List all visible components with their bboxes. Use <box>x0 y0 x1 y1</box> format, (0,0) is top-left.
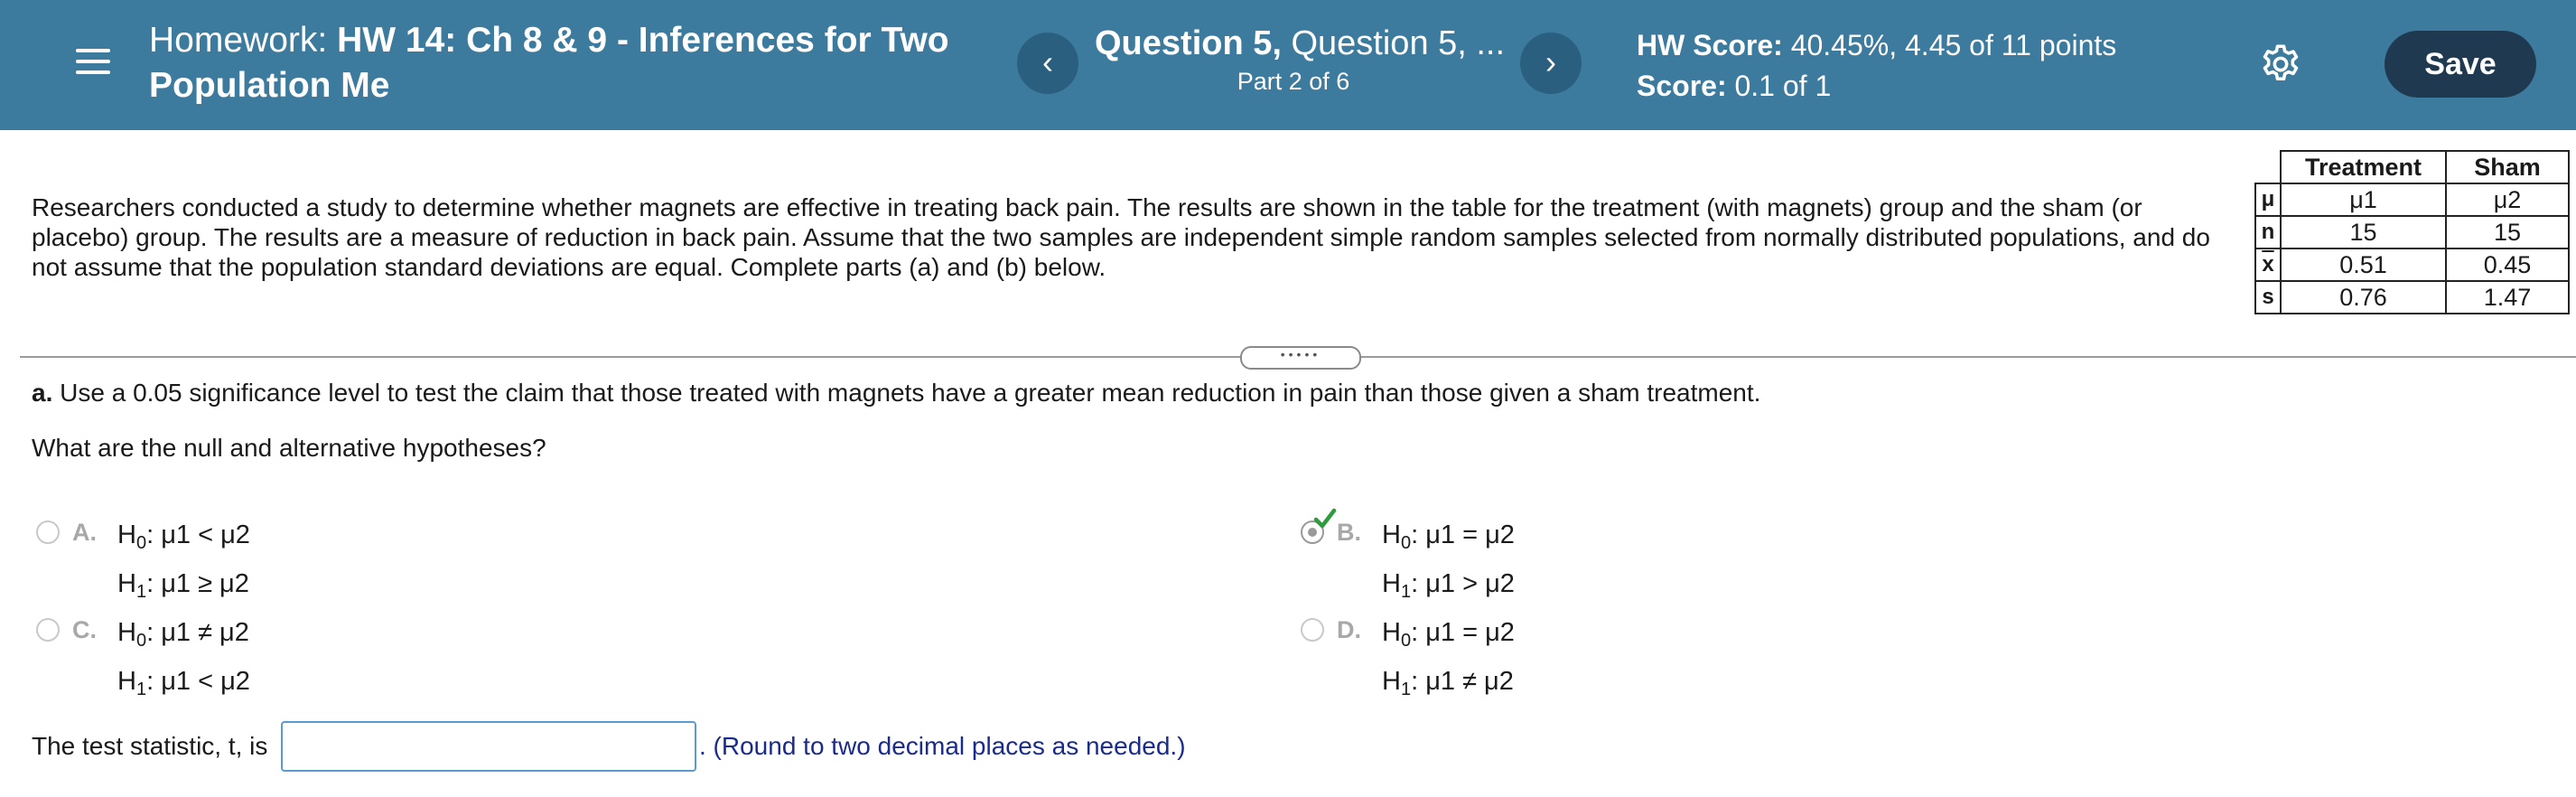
question-title-bold: Question 5, <box>1095 24 1282 62</box>
part-a-text: Use a 0.05 significance level to test th… <box>52 379 1761 407</box>
score-summary: HW Score: 40.45%, 4.45 of 11 points Scor… <box>1637 25 2116 107</box>
data-table: Treatment Sham μ μ1 μ2 n 15 15 x 0.51 0.… <box>2254 150 2570 314</box>
chevron-left-icon: ‹ <box>1042 43 1053 80</box>
save-button[interactable]: Save <box>2385 31 2536 98</box>
option-d-radio[interactable] <box>1301 618 1324 642</box>
option-a-h0-text: : μ1 < μ2 <box>146 520 250 549</box>
option-d-h0-text: : μ1 = μ2 <box>1411 618 1515 647</box>
table-cell: μ1 <box>2280 183 2447 217</box>
option-c-h1-text: : μ1 < μ2 <box>146 667 250 696</box>
rounding-note: . (Round to two decimal places as needed… <box>699 732 1186 760</box>
question-part: Part 2 of 6 <box>1237 68 1350 95</box>
table-header-treatment: Treatment <box>2280 150 2447 184</box>
row-label-xbar: x <box>2254 248 2282 282</box>
question-title: Question 5, Question 5, ... <box>1095 22 1505 65</box>
homework-title: Homework: HW 14: Ch 8 & 9 - Inferences f… <box>149 18 1016 108</box>
table-cell: μ2 <box>2445 183 2570 217</box>
row-label-s: s <box>2254 280 2282 314</box>
table-row: n 15 15 <box>2254 215 2570 249</box>
chevron-right-icon: › <box>1545 43 1556 80</box>
part-a-letter: a. <box>32 379 53 407</box>
hypotheses-question: What are the null and alternative hypoth… <box>32 434 546 462</box>
question-score-label: Score: <box>1637 70 1727 102</box>
table-cell: 0.51 <box>2280 248 2447 282</box>
option-c-h1: H1: μ1 < μ2 <box>117 667 250 699</box>
table-header-sham: Sham <box>2445 150 2570 184</box>
option-c-letter: C. <box>72 616 97 643</box>
table-cell: 0.76 <box>2280 280 2447 314</box>
table-cell: 0.45 <box>2445 248 2570 282</box>
question-score: Score: 0.1 of 1 <box>1637 66 2116 107</box>
hw-score-label: HW Score: <box>1637 29 1783 61</box>
hw-score-value: 40.45%, 4.45 of 11 points <box>1782 29 2117 61</box>
previous-question-button[interactable]: ‹ <box>1017 33 1078 94</box>
option-b-h1-text: : μ1 > μ2 <box>1411 569 1515 598</box>
menu-icon[interactable] <box>70 42 116 81</box>
option-d-h1: H1: μ1 ≠ μ2 <box>1382 667 1514 699</box>
gear-icon[interactable] <box>2258 42 2303 87</box>
option-d-hypotheses: H0: μ1 = μ2 H1: μ1 ≠ μ2 <box>1382 613 1515 710</box>
option-a-radio[interactable] <box>36 520 60 544</box>
option-a-h1-text: : μ1 ≥ μ2 <box>146 569 249 598</box>
row-label-n: n <box>2254 215 2282 249</box>
option-b-h0: H0: μ1 = μ2 <box>1382 520 1515 553</box>
option-a-hypotheses: H0: μ1 < μ2 H1: μ1 ≥ μ2 <box>117 515 250 613</box>
table-cell: 1.47 <box>2445 280 2570 314</box>
table-row: s 0.76 1.47 <box>2254 280 2570 314</box>
table-cell: 15 <box>2280 215 2447 249</box>
option-c-h0-text: : μ1 ≠ μ2 <box>146 618 249 647</box>
question-title-rest: Question 5, ... <box>1281 24 1506 62</box>
option-d-h0: H0: μ1 = μ2 <box>1382 618 1515 651</box>
option-a-h1: H1: μ1 ≥ μ2 <box>117 569 249 602</box>
resize-handle[interactable]: ••••• <box>1240 346 1361 370</box>
question-score-value: 0.1 of 1 <box>1726 70 1832 102</box>
table-header-row: Treatment Sham <box>2255 150 2570 184</box>
option-b-h1: H1: μ1 > μ2 <box>1382 569 1515 602</box>
homework-title-prefix: Homework: <box>149 21 328 60</box>
problem-statement: Researchers conducted a study to determi… <box>32 193 2210 281</box>
table-cell: 15 <box>2445 215 2570 249</box>
hw-score: HW Score: 40.45%, 4.45 of 11 points <box>1637 25 2116 66</box>
table-row: μ μ1 μ2 <box>2254 183 2570 217</box>
option-c-h0: H0: μ1 ≠ μ2 <box>117 618 249 651</box>
option-b-hypotheses: H0: μ1 = μ2 H1: μ1 > μ2 <box>1382 515 1515 613</box>
option-a-letter: A. <box>72 519 97 546</box>
option-c-radio[interactable] <box>36 618 60 642</box>
option-d-letter: D. <box>1337 616 1361 643</box>
table-corner-cell <box>2255 151 2282 184</box>
top-header-bar: Homework: HW 14: Ch 8 & 9 - Inferences f… <box>0 0 2576 130</box>
test-statistic-input[interactable] <box>281 721 696 772</box>
test-statistic-label: The test statistic, t, is <box>32 732 268 760</box>
option-b-letter: B. <box>1337 519 1361 546</box>
question-indicator: Question 5, Question 5, ... Part 2 of 6 <box>1095 22 1505 98</box>
table-row: x 0.51 0.45 <box>2254 248 2570 282</box>
option-b-h0-text: : μ1 = μ2 <box>1411 520 1515 549</box>
part-a-prompt: a. Use a 0.05 significance level to test… <box>32 377 1760 409</box>
checkmark-icon <box>1313 508 1337 529</box>
option-d-h1-text: : μ1 ≠ μ2 <box>1411 667 1514 696</box>
row-label-mu: μ <box>2254 183 2282 217</box>
option-c-hypotheses: H0: μ1 ≠ μ2 H1: μ1 < μ2 <box>117 613 250 710</box>
next-question-button[interactable]: › <box>1520 33 1582 94</box>
option-a-h0: H0: μ1 < μ2 <box>117 520 250 553</box>
